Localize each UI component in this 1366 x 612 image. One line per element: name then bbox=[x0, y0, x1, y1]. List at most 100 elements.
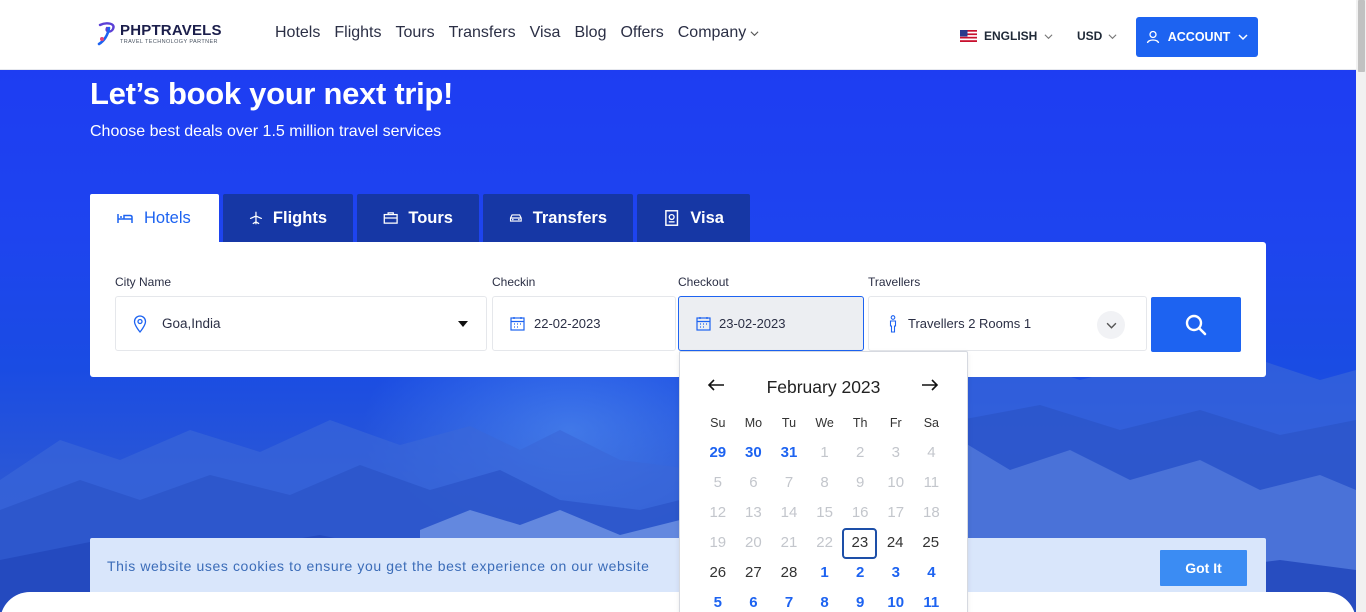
hero-subtitle: Choose best deals over 1.5 million trave… bbox=[90, 123, 442, 140]
travellers-dropdown-toggle[interactable] bbox=[1097, 311, 1125, 339]
chevron-down-icon bbox=[750, 30, 759, 36]
scrollbar-thumb[interactable] bbox=[1358, 0, 1365, 72]
calendar-day: 14 bbox=[780, 504, 798, 521]
nav-offers[interactable]: Offers bbox=[620, 24, 663, 42]
calendar-day: 5 bbox=[713, 474, 722, 491]
weekday-label: Mo bbox=[744, 416, 763, 430]
hero-title: Let’s book your next trip! bbox=[90, 76, 454, 111]
calendar-day-selected[interactable]: 23 bbox=[842, 527, 878, 559]
nav-flights[interactable]: Flights bbox=[334, 24, 381, 42]
user-icon bbox=[1146, 30, 1159, 44]
calendar-day: 8 bbox=[820, 474, 829, 491]
weekday-label: Th bbox=[852, 416, 868, 430]
tab-tours[interactable]: Tours bbox=[357, 194, 479, 242]
city-value: Goa,India bbox=[162, 316, 221, 331]
scrollbar[interactable] bbox=[1356, 0, 1366, 612]
checkout-value: 23-02-2023 bbox=[719, 316, 786, 331]
tab-transfers-label: Transfers bbox=[532, 208, 607, 227]
nav-blog[interactable]: Blog bbox=[574, 24, 606, 42]
calendar-day: 2 bbox=[856, 444, 865, 461]
tab-flights-label: Flights bbox=[272, 208, 327, 227]
calendar-icon bbox=[696, 317, 711, 331]
logo[interactable]: PHPTRAVELS TRAVEL TECHNOLOGY PARTNER bbox=[96, 20, 226, 50]
passport-icon bbox=[665, 210, 679, 226]
checkout-label: Checkout bbox=[678, 275, 729, 289]
calendar-day[interactable]: 25 bbox=[913, 528, 949, 558]
calendar-day[interactable]: 29 bbox=[700, 438, 736, 468]
map-pin-icon bbox=[133, 314, 147, 333]
tab-hotels-label: Hotels bbox=[144, 208, 191, 227]
calendar-day[interactable]: 9 bbox=[842, 588, 878, 612]
account-label: ACCOUNT bbox=[1167, 30, 1231, 44]
calendar-day[interactable]: 2 bbox=[842, 558, 878, 588]
calendar-day: 13 bbox=[745, 504, 762, 521]
chevron-down-icon bbox=[1238, 34, 1248, 41]
weekday-label: Tu bbox=[781, 416, 797, 430]
calendar-week: 19 20 21 22 23 24 25 bbox=[700, 527, 950, 559]
checkin-label: Checkin bbox=[492, 275, 536, 289]
city-label: City Name bbox=[115, 275, 172, 289]
calendar-day[interactable]: 6 bbox=[736, 588, 772, 612]
checkout-field[interactable]: 23-02-2023 bbox=[678, 296, 864, 351]
tab-visa[interactable]: Visa bbox=[637, 194, 750, 242]
calendar-day[interactable]: 4 bbox=[914, 558, 950, 588]
calendar-day[interactable]: 8 bbox=[807, 588, 843, 612]
calendar-day[interactable]: 5 bbox=[700, 588, 736, 612]
arrow-right-icon[interactable] bbox=[921, 378, 939, 392]
calendar-day[interactable]: 26 bbox=[700, 558, 736, 588]
hotel-search-form: City Name Goa,India Checkin 22-02-2023 C… bbox=[90, 242, 1266, 377]
calendar-day: 4 bbox=[927, 444, 936, 461]
nav-visa[interactable]: Visa bbox=[530, 24, 561, 42]
calendar-day[interactable]: 24 bbox=[877, 528, 913, 558]
content-card-top bbox=[0, 592, 1356, 612]
briefcase-icon bbox=[383, 212, 398, 224]
calendar-day: 11 bbox=[923, 474, 940, 491]
calendar-day: 12 bbox=[709, 504, 727, 521]
calendar-day[interactable]: 3 bbox=[878, 558, 914, 588]
calendar-day: 9 bbox=[856, 474, 865, 491]
search-button[interactable] bbox=[1151, 297, 1241, 352]
logo-mark-icon bbox=[97, 22, 115, 46]
calendar-day[interactable]: 1 bbox=[807, 558, 843, 588]
site-header: PHPTRAVELS TRAVEL TECHNOLOGY PARTNER Hot… bbox=[0, 0, 1356, 70]
weekday-header: Su Mo Tu We Th Fr Sa bbox=[700, 408, 950, 438]
search-tabs: Hotels Flights Tours Transfers Visa bbox=[90, 194, 750, 242]
checkin-value: 22-02-2023 bbox=[534, 316, 601, 331]
nav-company[interactable]: Company bbox=[678, 24, 759, 42]
calendar-day[interactable]: 7 bbox=[771, 588, 807, 612]
tab-flights[interactable]: Flights bbox=[223, 194, 353, 242]
logo-name: PHPTRAVELS bbox=[120, 22, 222, 39]
calendar-week: 29 30 31 1 2 3 4 bbox=[700, 438, 950, 468]
language-selector[interactable]: ENGLISH bbox=[960, 29, 1053, 43]
account-button[interactable]: ACCOUNT bbox=[1136, 17, 1258, 57]
us-flag-icon bbox=[960, 30, 977, 42]
checkin-field[interactable]: 22-02-2023 bbox=[492, 296, 676, 351]
nav-hotels[interactable]: Hotels bbox=[275, 24, 320, 42]
calendar-week: 12 13 14 15 16 17 18 bbox=[700, 498, 950, 528]
nav-tours[interactable]: Tours bbox=[395, 24, 434, 42]
travellers-field[interactable]: Travellers 2 Rooms 1 bbox=[868, 296, 1147, 351]
city-select[interactable]: Goa,India bbox=[115, 296, 487, 351]
calendar-week: 26 27 28 1 2 3 4 bbox=[700, 558, 950, 588]
calendar-day[interactable]: 27 bbox=[736, 558, 772, 588]
nav-transfers[interactable]: Transfers bbox=[449, 24, 516, 42]
calendar-day[interactable]: 30 bbox=[736, 438, 772, 468]
calendar-day: 7 bbox=[784, 474, 794, 491]
cookie-text: This website uses cookies to ensure you … bbox=[107, 558, 650, 574]
tab-hotels[interactable]: Hotels bbox=[90, 194, 219, 242]
weekday-label: Su bbox=[710, 416, 726, 430]
tab-transfers[interactable]: Transfers bbox=[483, 194, 633, 242]
calendar-day: 21 bbox=[780, 534, 798, 551]
tab-visa-label: Visa bbox=[690, 208, 724, 227]
currency-selector[interactable]: USD bbox=[1077, 29, 1117, 43]
chevron-down-icon bbox=[1106, 322, 1116, 329]
calendar-day[interactable]: 10 bbox=[878, 588, 914, 612]
calendar-day: 20 bbox=[745, 534, 762, 551]
calendar-day: 18 bbox=[923, 504, 940, 521]
calendar-day[interactable]: 28 bbox=[771, 558, 807, 588]
calendar-day[interactable]: 31 bbox=[771, 438, 807, 468]
calendar-day[interactable]: 11 bbox=[914, 588, 950, 612]
language-label: ENGLISH bbox=[984, 29, 1038, 43]
weekday-label: We bbox=[815, 416, 834, 430]
cookie-accept-button[interactable]: Got It bbox=[1160, 550, 1247, 586]
